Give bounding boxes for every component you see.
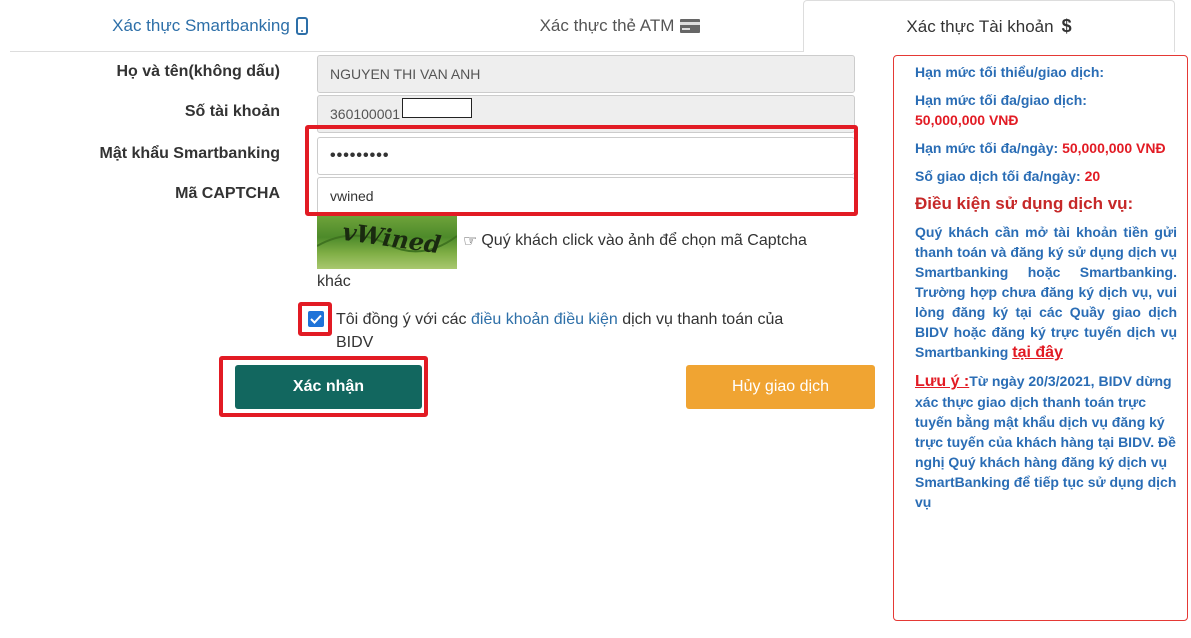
conditions-text: Quý khách cần mở tài khoản tiền gửi than…	[915, 222, 1177, 363]
note-label: Lưu ý :	[915, 373, 970, 390]
max-per-tx-label: Hạn mức tối đa/giao dịch:	[915, 92, 1087, 108]
highlight-credentials	[305, 125, 858, 216]
captcha-hint: ☞ Quý khách click vào ảnh để chọn mã Cap…	[463, 231, 807, 251]
max-per-tx: Hạn mức tối đa/giao dịch: 50,000,000 VNĐ	[915, 90, 1177, 130]
tab-account[interactable]: Xác thực Tài khoản $	[803, 0, 1175, 52]
agree-suffix: dịch vụ thanh toán của	[617, 311, 784, 328]
max-per-day: Hạn mức tối đa/ngày: 50,000,000 VNĐ	[915, 138, 1177, 158]
note: Lưu ý :Từ ngày 20/3/2021, BIDV dừng xác …	[915, 371, 1177, 512]
credit-card-icon	[680, 19, 701, 33]
redaction-box	[402, 98, 472, 118]
captcha-hint-continuation: khác	[317, 273, 351, 290]
note-text: Từ ngày 20/3/2021, BIDV dừng xác thực gi…	[915, 373, 1177, 510]
min-limit: Hạn mức tối thiểu/giao dịch:	[915, 64, 1105, 80]
auth-tabs: Xác thực Smartbanking Xác thực thẻ ATM X…	[0, 0, 1191, 52]
captcha-hint-text: Quý khách click vào ảnh để chọn mã Captc…	[481, 232, 807, 249]
max-per-day-value: 50,000,000 VNĐ	[1062, 140, 1166, 156]
dollar-icon: $	[1061, 16, 1072, 36]
password-label: Mật khẩu Smartbanking	[99, 145, 280, 162]
tab-atm-card[interactable]: Xác thực thẻ ATM	[470, 0, 770, 52]
captcha-image-text: vWined	[341, 217, 443, 260]
max-count-value: 20	[1084, 168, 1101, 184]
terms-link[interactable]: điều khoản điều kiện	[471, 311, 618, 328]
tab-account-label: Xác thực Tài khoản	[906, 16, 1054, 36]
max-per-day-label: Hạn mức tối đa/ngày:	[915, 140, 1063, 156]
confirm-button[interactable]: Xác nhận	[235, 365, 422, 409]
password-label-wrap: Mật khẩu Smartbanking	[40, 137, 280, 173]
register-here-link[interactable]: tại đây	[1012, 344, 1063, 361]
tab-smartbanking[interactable]: Xác thực Smartbanking	[60, 0, 360, 52]
tab-smartbanking-label: Xác thực Smartbanking	[112, 16, 290, 35]
account-number-label: Số tài khoản	[184, 103, 280, 120]
account-label-wrap: Số tài khoản	[40, 95, 280, 131]
conditions-title: Điều kiện sử dụng dịch vụ:	[915, 194, 1134, 213]
captcha-image[interactable]: vWined	[317, 216, 457, 269]
fullname-label: Họ và tên(không dấu)	[116, 63, 280, 80]
info-panel: Hạn mức tối thiểu/giao dịch: Hạn mức tối…	[893, 55, 1188, 621]
cancel-button[interactable]: Hủy giao dịch	[686, 365, 875, 409]
captcha-label: Mã CAPTCHA	[175, 185, 280, 202]
max-count: Số giao dịch tối đa/ngày: 20	[915, 166, 1177, 186]
max-count-label: Số giao dịch tối đa/ngày:	[915, 168, 1085, 184]
tab-atm-label: Xác thực thẻ ATM	[539, 16, 675, 35]
mobile-phone-icon	[295, 17, 308, 35]
fullname-label-wrap: Họ và tên(không dấu)	[40, 55, 280, 91]
agree-text: Tôi đồng ý với các điều khoản điều kiện …	[336, 311, 783, 329]
max-per-tx-value: 50,000,000 VNĐ	[915, 112, 1019, 128]
fullname-field: NGUYEN THI VAN ANH	[317, 55, 855, 93]
check-icon	[310, 314, 322, 324]
agree-prefix: Tôi đồng ý với các	[336, 311, 471, 328]
agree-text-line2: BIDV	[336, 334, 374, 351]
tab-divider	[10, 51, 803, 52]
captcha-label-wrap: Mã CAPTCHA	[40, 177, 280, 213]
conditions-body: Quý khách cần mở tài khoản tiền gửi than…	[915, 224, 1177, 360]
pointing-hand-icon: ☞	[463, 233, 478, 250]
agree-checkbox[interactable]	[308, 311, 324, 327]
